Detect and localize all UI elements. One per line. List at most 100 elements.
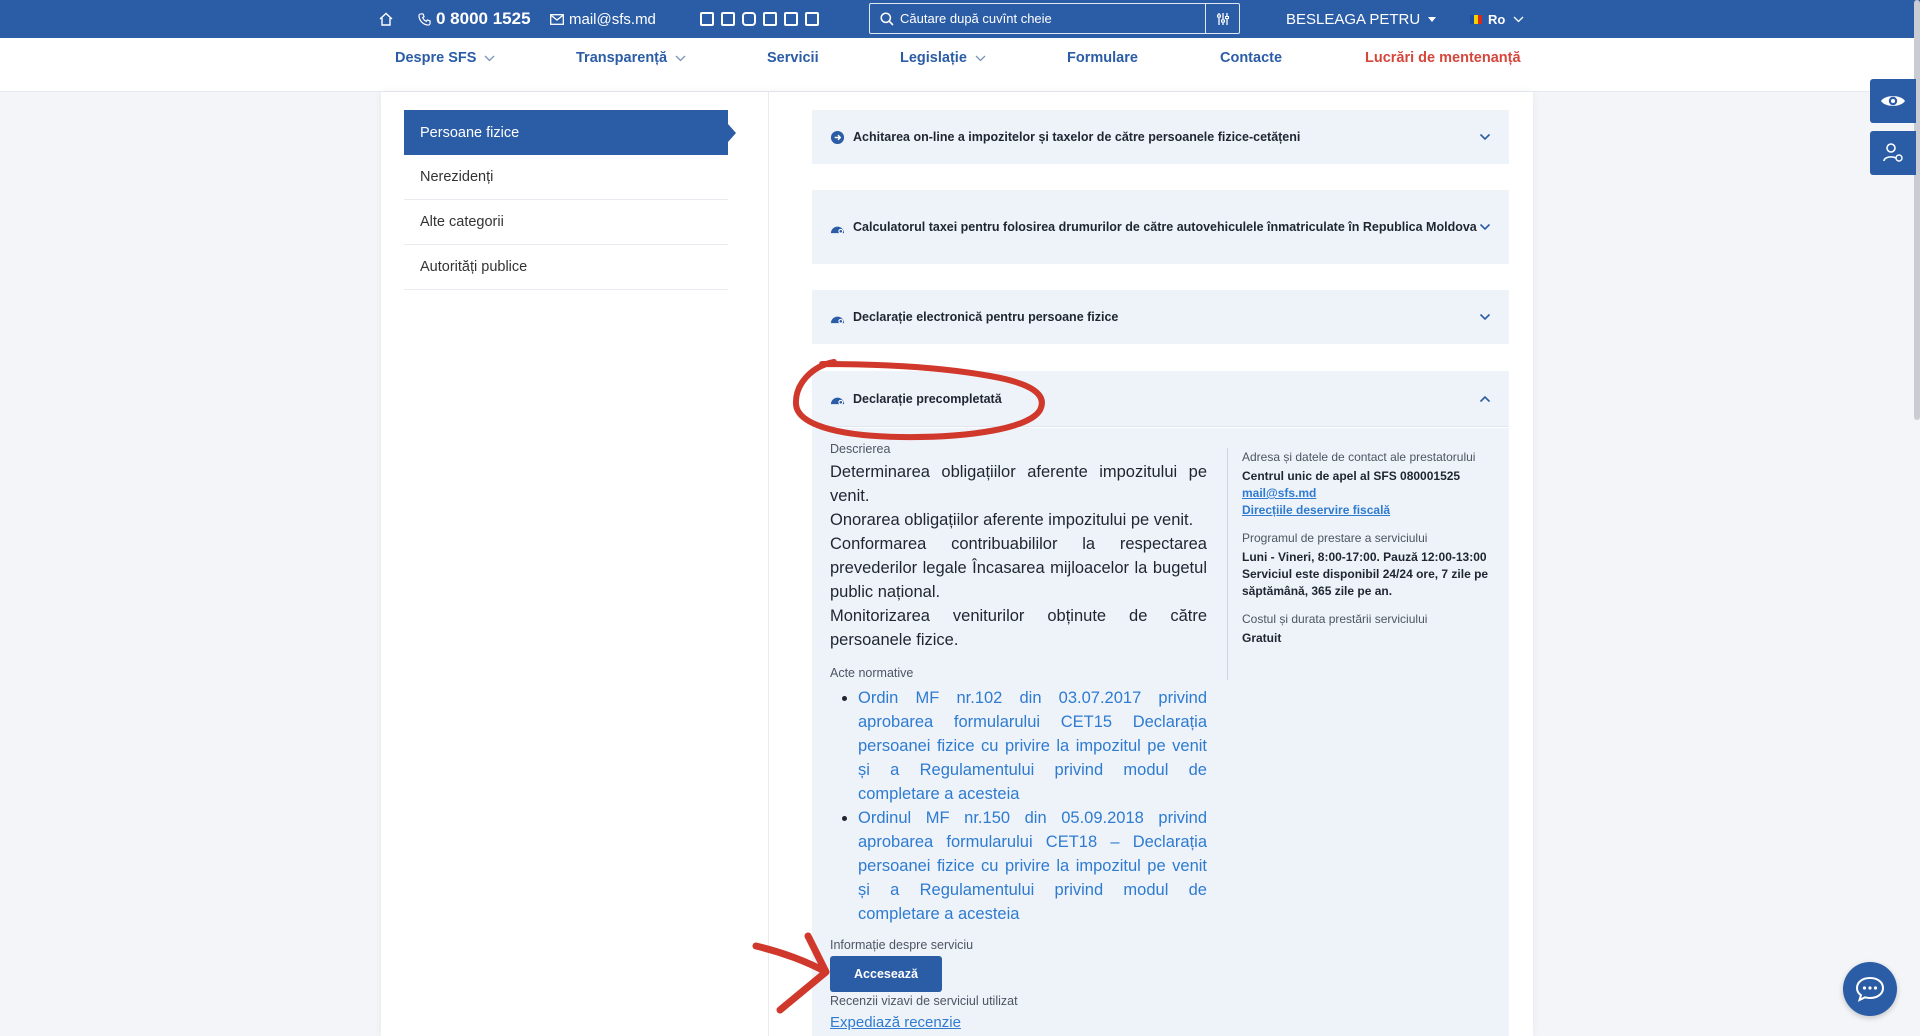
cost-label: Costul și durata prestării serviciului [1242,612,1428,626]
contact-group: Adresa și datele de contact ale prestato… [1242,450,1492,519]
service-contact-info: Adresa și datele de contact ale prestato… [1242,450,1492,659]
youtube-icon[interactable] [805,12,819,26]
service-main-info: Descrierea Determinarea obligațiilor afe… [830,442,1207,1031]
sidebar-item-label: Persoane fizice [420,124,520,141]
service-accordion-achitare[interactable]: Achitarea on-line a impozitelor și taxel… [812,110,1509,164]
service-title: Declarație precompletată [853,391,1002,406]
sidebar-item-alte-categorii[interactable]: Alte categorii [404,200,728,245]
normative-act-link[interactable]: Ordin MF nr.102 din 03.07.2017 privind a… [858,689,1207,803]
service-title: Declarație electronică pentru persoane f… [853,310,1119,324]
linkedin-icon[interactable] [763,12,777,26]
normative-act-link[interactable]: Ordinul MF nr.150 din 05.09.2018 privind… [858,809,1207,923]
service-icon [830,130,845,144]
chat-icon [1855,976,1885,1002]
eye-icon [1881,96,1905,106]
nav-label: Despre SFS [395,50,477,66]
sidebar-clipped-item [404,92,728,110]
nav-label: Contacte [1220,50,1283,66]
phone-icon [418,12,431,26]
tax-directions-link[interactable]: Direcțiile deservire fiscală [1242,502,1492,519]
email-address: mail@sfs.md [569,10,656,28]
service-icon [830,226,845,234]
description-line: Determinarea obligațiilor aferente impoz… [830,463,1207,505]
main-navigation: Despre SFS Transparență Servicii Legisla… [0,38,1920,92]
sidebar-item-label: Nerezidenți [420,169,494,185]
schedule-hours: Luni - Vineri, 8:00-17:00. Pauză 12:00-1… [1242,550,1487,564]
user-name: BESLEAGA PETRU [1286,10,1421,28]
normative-act-item: Ordin MF nr.102 din 03.07.2017 privind a… [858,686,1207,806]
chevron-down-icon [675,55,686,61]
sidebar-item-persoane-fizice[interactable]: Persoane fizice [404,110,736,155]
nav-formulare[interactable]: Formulare [1067,38,1138,78]
nav-lucrari-mentenanta[interactable]: Lucrări de mentenanță [1365,38,1521,78]
page-scrollbar[interactable] [1914,0,1920,420]
moldova-flag-icon [1470,14,1482,24]
language-code: Ro [1488,11,1506,27]
sidebar: Persoane fizice Nerezidenți Alte categor… [404,92,736,290]
phone-number: 0 8000 1525 [436,9,531,28]
nav-label: Legislație [900,50,967,66]
email-link[interactable]: mail@sfs.md [550,0,656,38]
nav-servicii[interactable]: Servicii [767,38,819,78]
service-title: Calculatorul taxei pentru folosirea drum… [853,220,1477,234]
phone-link[interactable]: 0 8000 1525 [418,0,531,38]
sidebar-item-autoritati-publice[interactable]: Autorități publice [404,245,728,290]
nav-despre-sfs[interactable]: Despre SFS [395,38,495,78]
description-line: Monitorizarea veniturilor obținute de că… [830,607,1207,649]
mail-icon [550,13,564,25]
search-icon[interactable] [874,11,900,26]
normative-acts: Acte normative Ordin MF nr.102 din 03.07… [830,666,1207,926]
access-service-button[interactable]: Accesează [830,956,942,992]
reviews-label: Recenzii vizavi de serviciul utilizat [830,994,1018,1008]
description-line: Onorarea obligațiilor aferente impozitul… [830,511,1194,529]
normative-acts-label: Acte normative [830,666,914,680]
top-bar: 0 8000 1525 mail@sfs.md BESLEAGA PETRU R… [0,0,1920,38]
home-icon[interactable] [378,0,394,38]
instagram-icon[interactable] [742,12,756,26]
accessibility-eye-button[interactable] [1870,79,1916,123]
facebook-icon[interactable] [721,12,735,26]
contact-label: Adresa și datele de contact ale prestato… [1242,450,1476,464]
nav-label: Lucrări de mentenanță [1365,50,1521,66]
contact-center: Centrul unic de apel al SFS 080001525 [1242,469,1461,483]
description-label: Descrierea [830,442,891,456]
nav-transparenta[interactable]: Transparență [576,38,686,78]
accessibility-user-button[interactable] [1870,131,1916,175]
send-review-link[interactable]: Expediază recenzie [830,1014,1207,1031]
cost-group: Costul și durata prestării serviciului G… [1242,612,1492,647]
telegram-icon[interactable] [784,12,798,26]
user-menu[interactable]: BESLEAGA PETRU [1286,0,1437,38]
social-links [700,0,819,38]
contact-email-link[interactable]: mail@sfs.md [1242,485,1492,502]
service-accordion-declaratie-electronica[interactable]: Declarație electronică pentru persoane f… [812,290,1509,344]
rss-icon[interactable] [700,12,714,26]
service-info-label: Informație despre serviciu [830,938,974,952]
service-accordion-calculator[interactable]: Calculatorul taxei pentru folosirea drum… [812,190,1509,264]
service-icon [830,316,845,324]
language-selector[interactable]: Ro [1470,0,1524,38]
description-line: Conformarea contribuabililor la respecta… [830,535,1207,601]
cost-value: Gratuit [1242,631,1282,645]
chevron-down-icon [484,55,495,61]
nav-label: Formulare [1067,50,1138,66]
nav-label: Servicii [767,50,819,66]
service-accordion-declaratie-precompletata[interactable]: Declarație precompletată [812,371,1509,427]
nav-label: Transparență [576,50,668,66]
search-input[interactable] [900,4,1205,33]
chat-button[interactable] [1843,962,1897,1016]
search-filter-icon[interactable] [1205,4,1239,33]
column-divider [1227,448,1228,680]
caret-down-icon [1428,16,1437,22]
nav-legislatie[interactable]: Legislație [900,38,986,78]
normative-act-item: Ordinul MF nr.150 din 05.09.2018 privind… [858,806,1207,926]
chevron-down-icon [1479,133,1491,141]
sidebar-item-label: Autorități publice [420,259,528,275]
service-icon [830,397,845,405]
sidebar-item-nerezidenti[interactable]: Nerezidenți [404,155,728,200]
service-details: Descrierea Determinarea obligațiilor afe… [812,428,1509,1036]
chevron-down-icon [1513,16,1524,22]
chevron-down-icon [975,55,986,61]
normative-acts-list: Ordin MF nr.102 din 03.07.2017 privind a… [830,686,1207,926]
nav-contacte[interactable]: Contacte [1220,38,1282,78]
sidebar-item-label: Alte categorii [420,214,504,230]
